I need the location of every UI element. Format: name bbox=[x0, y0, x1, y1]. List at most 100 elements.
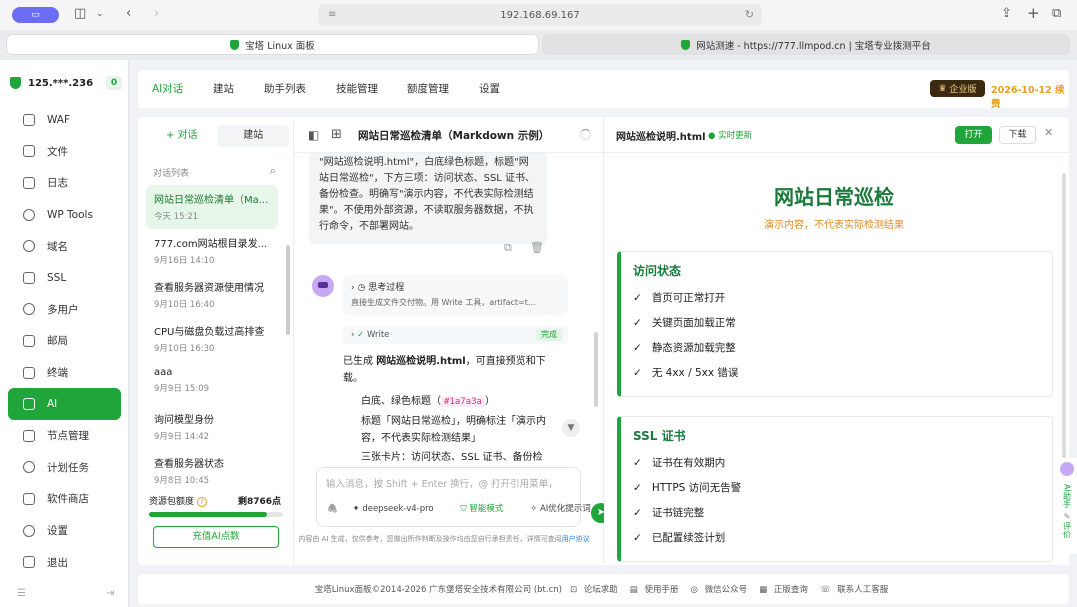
tab-settings[interactable]: 设置 bbox=[479, 81, 500, 96]
review-label[interactable]: 评价 bbox=[1062, 522, 1073, 538]
sidebar-item-logs[interactable]: 日志 bbox=[8, 167, 121, 199]
sidebar-nav: WAF 文件 日志 WP Tools 域名 SSL 多用户 邮局 终端 AI 节… bbox=[8, 104, 121, 578]
tool-name: Write bbox=[366, 330, 390, 340]
edition-badge[interactable]: ♛ 企业版 bbox=[930, 80, 985, 97]
new-chat-icon[interactable]: ⊞ bbox=[331, 127, 342, 142]
search-icon[interactable]: ⌕ bbox=[270, 164, 276, 178]
list-item[interactable]: 查看服务器资源使用情况 9月10日 16:40 bbox=[146, 273, 278, 317]
edit-icon[interactable]: ✎ bbox=[1057, 511, 1077, 522]
sidebar-item-nodes[interactable]: 节点管理 bbox=[8, 420, 121, 452]
conversation-title: 查看服务器状态 bbox=[154, 459, 224, 470]
footer-link-wechat[interactable]: ◎ 微信公众号 bbox=[691, 583, 752, 595]
list-item[interactable]: 777.com网站根目录发... 9月16日 14:10 bbox=[146, 229, 278, 273]
attach-icon[interactable]: 🖇 bbox=[327, 504, 338, 514]
sidebar-item-label: 计划任务 bbox=[47, 461, 89, 474]
ai-avatar-icon bbox=[1060, 462, 1074, 476]
list-item[interactable]: 查看服务器状态 9月8日 10:45 bbox=[146, 449, 278, 493]
sidebar-item-store[interactable]: 软件商店 bbox=[8, 483, 121, 515]
reply-filename: 网站巡检说明.html bbox=[376, 356, 466, 367]
sidebar-item-ai[interactable]: AI bbox=[8, 388, 121, 420]
chevron-down-icon[interactable]: ⌄ bbox=[96, 9, 104, 19]
forward-icon[interactable]: › bbox=[154, 6, 159, 21]
new-chat-button[interactable]: + 对话 bbox=[146, 125, 218, 147]
panel-toggle-icon[interactable]: ◧ bbox=[308, 128, 319, 142]
share-icon[interactable]: ⇪ bbox=[1001, 6, 1012, 21]
conversation-date: 9月8日 10:45 bbox=[154, 476, 210, 486]
address-bar[interactable]: ≡ 192.168.69.167 ↻ bbox=[318, 4, 762, 26]
message-input[interactable]: 输入消息，按 Shift + Enter 换行，@ 打开引用菜单， 🖇 ✦ de… bbox=[316, 467, 591, 527]
sidebar-item-wp-tools[interactable]: WP Tools bbox=[8, 199, 121, 231]
list-item[interactable]: 询问模型身份 9月9日 14:42 bbox=[146, 405, 278, 449]
tab-ai-chat[interactable]: AI对话 bbox=[152, 81, 183, 96]
back-icon[interactable]: ‹ bbox=[126, 6, 131, 21]
chat-scrollbar[interactable] bbox=[594, 332, 598, 407]
scroll-down-icon[interactable]: ▼ bbox=[562, 419, 580, 437]
sidebar-item-label: 终端 bbox=[47, 367, 68, 380]
menu-collapse-icon[interactable]: ☰ bbox=[17, 588, 26, 599]
build-tab[interactable]: 建站 bbox=[217, 125, 289, 147]
sidebar-item-ssl[interactable]: SSL bbox=[8, 262, 121, 294]
list-item[interactable]: CPU与磁盘负载过高排查 9月10日 16:30 bbox=[146, 317, 278, 361]
sidebar-item-logout[interactable]: 退出 bbox=[8, 546, 121, 578]
reload-icon[interactable]: ↻ bbox=[745, 8, 754, 21]
list-item[interactable]: aaa 9月9日 15:09 bbox=[146, 361, 278, 405]
sidebar-item-label: 文件 bbox=[47, 145, 68, 158]
download-button[interactable]: 下载 bbox=[999, 126, 1036, 144]
list-item[interactable]: 网站日常巡检清单（Ma... 今天 15:21 bbox=[146, 185, 278, 229]
footer-link-forum[interactable]: ⊡ 论坛求助 bbox=[570, 583, 622, 595]
sidebar-item-multiuser[interactable]: 多用户 bbox=[8, 294, 121, 326]
reader-icon[interactable]: ≡ bbox=[328, 9, 336, 20]
new-tab-icon[interactable]: + bbox=[1027, 4, 1040, 22]
sidebar-toggle-button[interactable]: ▭ bbox=[12, 7, 59, 23]
sidebar-item-cron[interactable]: 计划任务 bbox=[8, 452, 121, 484]
conversation-scrollbar[interactable] bbox=[286, 245, 290, 335]
renew-link[interactable]: 2026-10-12 续费 bbox=[991, 82, 1069, 110]
input-placeholder: 输入消息，按 Shift + Enter 换行，@ 打开引用菜单， bbox=[326, 479, 558, 490]
model-selector[interactable]: ✦ deepseek-v4-pro bbox=[353, 504, 446, 514]
footer-link-support[interactable]: ☏ 联系人工客服 bbox=[820, 583, 892, 595]
sidebar-item-waf[interactable]: WAF bbox=[8, 104, 121, 136]
sidebar-item-domain[interactable]: 域名 bbox=[8, 230, 121, 262]
open-button[interactable]: 打开 bbox=[955, 126, 992, 144]
assistant-label: AI助手 bbox=[1062, 484, 1072, 508]
footer-link-manual[interactable]: ▤ 使用手册 bbox=[630, 583, 683, 595]
sidebar-item-label: 日志 bbox=[47, 177, 68, 190]
sidebar-item-terminal[interactable]: 终端 bbox=[8, 357, 121, 389]
mail-icon bbox=[23, 334, 35, 347]
sidebar-item-settings[interactable]: 设置 bbox=[8, 515, 121, 547]
browser-tab-speedtest[interactable]: 网站测速 - https://777.llmpod.cn | 宝塔专业拨测平台 bbox=[542, 34, 1070, 55]
delete-icon[interactable]: 🗑 bbox=[530, 241, 544, 254]
close-icon[interactable]: ✕ bbox=[1044, 126, 1053, 139]
sidebar-item-mail[interactable]: 邮局 bbox=[8, 325, 121, 357]
tabs-icon[interactable]: ⧉ bbox=[1052, 6, 1061, 21]
recharge-button[interactable]: 充值AI点数 bbox=[153, 526, 279, 548]
thinking-block[interactable]: › ◷ 思考过程 直接生成文件交付物。用 Write 工具，artifact=t… bbox=[343, 275, 568, 315]
copy-icon[interactable]: ⧉ bbox=[504, 241, 512, 255]
check-item: 证书在有效期内 bbox=[633, 451, 1040, 476]
thinking-title: 思考过程 bbox=[368, 283, 405, 293]
sidebar-item-files[interactable]: 文件 bbox=[8, 136, 121, 168]
preview-filename: 网站巡检说明.html bbox=[616, 132, 706, 143]
browser-tab-panel[interactable]: 宝塔 Linux 面板 bbox=[6, 34, 539, 55]
tab-build-site[interactable]: 建站 bbox=[213, 81, 234, 96]
browser-toolbar: ▭ ◫ ⌄ ‹ › ≡ 192.168.69.167 ↻ ⇪ + ⧉ bbox=[0, 0, 1077, 30]
loading-spinner-icon bbox=[580, 129, 591, 140]
tab-overview-icon[interactable]: ◫ bbox=[74, 6, 86, 21]
tab-assistants[interactable]: 助手列表 bbox=[264, 81, 306, 96]
conversation-title: 网站日常巡检清单（Ma... bbox=[154, 195, 269, 206]
smart-mode-toggle[interactable]: ⛉ 智能模式 bbox=[460, 504, 515, 514]
help-icon[interactable]: ? bbox=[197, 497, 208, 507]
notification-badge[interactable]: 0 bbox=[106, 76, 122, 90]
sidebar-item-label: 节点管理 bbox=[47, 430, 89, 443]
tab-skills[interactable]: 技能管理 bbox=[336, 81, 378, 96]
user-agreement-link[interactable]: 用户协议 bbox=[562, 535, 590, 543]
server-indicator[interactable]: 125.***.236 0 bbox=[10, 72, 122, 94]
conversation-items: 网站日常巡检清单（Ma... 今天 15:21 777.com网站根目录发... 9… bbox=[146, 185, 278, 493]
tool-call-write[interactable]: › ✓ Write 完成 bbox=[343, 326, 568, 344]
tab-quota[interactable]: 额度管理 bbox=[407, 81, 449, 96]
footer-link-genuine[interactable]: ▦ 正版查询 bbox=[759, 583, 812, 595]
app: 125.***.236 0 WAF 文件 日志 WP Tools 域名 SSL … bbox=[0, 60, 1077, 607]
ai-assistant-widget[interactable]: AI助手 ✎ 评价 bbox=[1057, 458, 1077, 554]
expand-icon[interactable]: ⇥ bbox=[106, 588, 114, 599]
logout-icon bbox=[23, 556, 35, 569]
